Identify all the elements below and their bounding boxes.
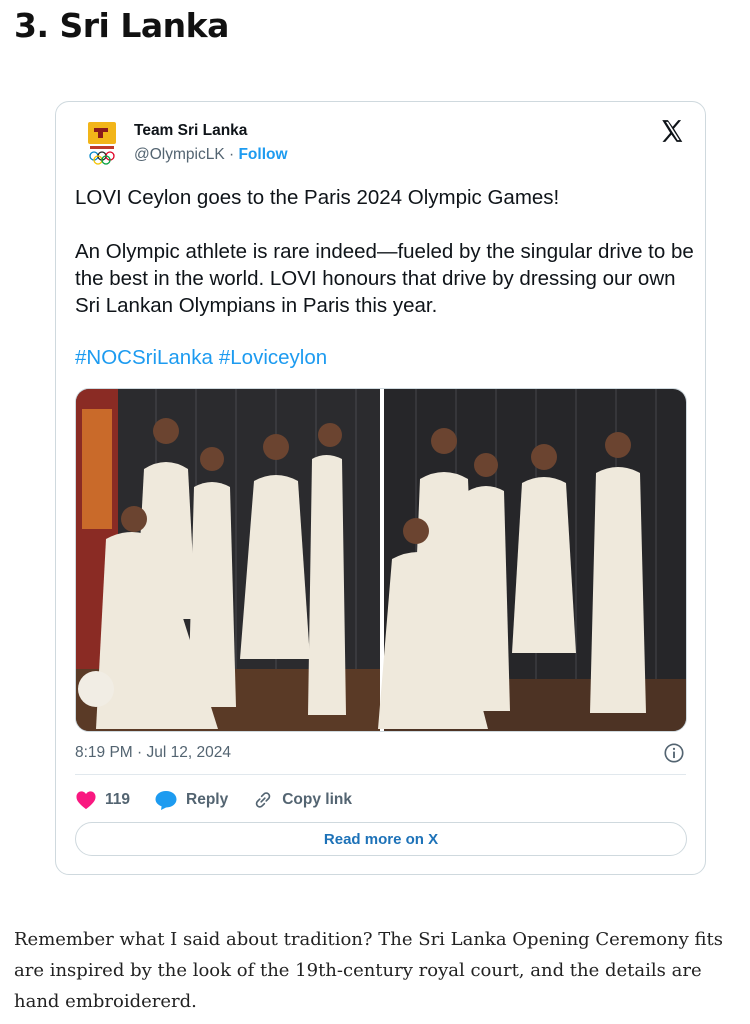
- team-photo-image: [76, 389, 686, 731]
- reply-label: Reply: [186, 791, 229, 808]
- team-sri-lanka-avatar[interactable]: [84, 120, 120, 166]
- reply-button[interactable]: Reply: [154, 789, 228, 811]
- x-logo-icon[interactable]: [659, 118, 685, 144]
- like-button[interactable]: 119: [75, 790, 130, 810]
- article-paragraph: Remember what I said about tradition? Th…: [14, 929, 723, 1012]
- author-handle[interactable]: @OlympicLK: [134, 146, 225, 163]
- tweet-timestamp[interactable]: 8:19 PM · Jul 12, 2024: [75, 744, 231, 762]
- link-icon: [255, 792, 271, 808]
- tweet-divider: [75, 774, 686, 775]
- copy-link-label: Copy link: [282, 791, 352, 808]
- article-heading: 3. Sri Lanka: [14, 6, 229, 45]
- tweet-text-paragraph: An Olympic athlete is rare indeed—fueled…: [75, 240, 694, 317]
- author-handle-line: @OlympicLK · Follow: [134, 146, 288, 164]
- embedded-tweet: Team Sri Lanka @OlympicLK · Follow LOVI …: [55, 101, 706, 875]
- info-icon[interactable]: [663, 742, 685, 764]
- follow-link[interactable]: Follow: [238, 146, 287, 163]
- copy-link-button[interactable]: Copy link: [252, 789, 352, 811]
- tweet-actions: 119 Reply Copy link: [75, 788, 376, 812]
- tweet-text-line: LOVI Ceylon goes to the Paris 2024 Olymp…: [75, 186, 560, 209]
- heart-icon: [76, 791, 96, 810]
- speech-bubble-icon: [155, 791, 177, 810]
- hashtag-link[interactable]: #Loviceylon: [219, 346, 327, 369]
- tweet-photo[interactable]: [75, 388, 687, 732]
- author-name[interactable]: Team Sri Lanka: [134, 122, 247, 140]
- handle-separator: ·: [224, 146, 239, 163]
- like-count: 119: [105, 791, 131, 808]
- hashtags: #NOCSriLanka #Loviceylon: [75, 346, 333, 370]
- read-more-on-x-button[interactable]: Read more on X: [75, 822, 687, 856]
- hashtag-link[interactable]: #NOCSriLanka: [75, 346, 213, 369]
